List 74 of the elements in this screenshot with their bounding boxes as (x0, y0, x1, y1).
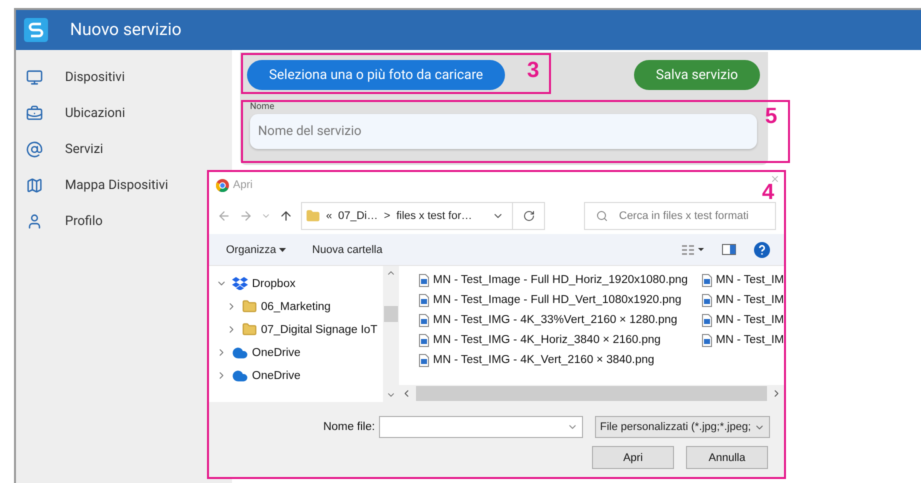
file-type-select[interactable]: File personalizzati (*.jpg;*.jpeg; (594, 416, 770, 438)
nav-icon (26, 176, 43, 194)
folder-tree-item[interactable]: OneDrive (211, 364, 381, 387)
folder-tree-item[interactable]: OneDrive (211, 341, 381, 364)
breadcrumb-overflow: « (326, 210, 332, 222)
refresh-icon (522, 210, 534, 222)
preview-pane-icon[interactable] (722, 244, 736, 255)
breadcrumb-separator: > (384, 210, 390, 222)
sidebar-item[interactable]: Dispositivi (16, 59, 232, 95)
image-file-icon (702, 314, 712, 326)
image-file-icon (419, 294, 429, 306)
sidebar-item[interactable]: Ubicazioni (16, 95, 232, 131)
file-item[interactable]: MN - Test_Image - Full HD_Horiz_1920x1080.png (419, 270, 688, 290)
field-label: Nome (250, 102, 276, 112)
file-item[interactable]: MN - Test_IM (702, 330, 784, 350)
scrollbar[interactable] (399, 385, 784, 402)
cloud-icon (232, 368, 248, 384)
forward-arrow-icon[interactable] (239, 209, 253, 223)
scrollbar[interactable] (383, 266, 399, 402)
search-field[interactable]: Cerca in files x test formati (584, 202, 776, 230)
image-file-icon (419, 274, 429, 286)
image-file-icon (419, 314, 429, 326)
image-file-icon (702, 274, 712, 286)
nav-icon (26, 68, 43, 86)
sidebar-item[interactable]: Mappa Dispositivi (16, 167, 232, 203)
organize-menu-button[interactable]: Organizza (226, 244, 286, 256)
image-file-icon (702, 334, 712, 346)
upload-photos-button[interactable]: Seleziona una o più foto da caricare (247, 60, 506, 90)
dropbox-icon (232, 277, 248, 290)
file-name-field[interactable] (378, 416, 583, 438)
cloud-icon (232, 344, 248, 360)
image-file-icon (419, 354, 429, 366)
file-item[interactable]: MN - Test_IM (702, 270, 784, 290)
dialog-title: Apri (233, 179, 253, 191)
open-button[interactable]: Apri (592, 446, 674, 469)
scroll-thumb[interactable] (416, 386, 767, 401)
folder-tree-item[interactable]: 07_Digital Signage IoT (211, 318, 381, 341)
breadcrumb-item: files x test for… (396, 210, 472, 222)
sidebar-item[interactable]: Servizi (16, 131, 232, 167)
caret-icon (279, 248, 286, 252)
save-button[interactable]: Salva servizio (634, 60, 760, 90)
annotation-number: 4 (762, 181, 774, 203)
breadcrumb-item: 07_Di… (338, 210, 378, 222)
nav-icon (26, 140, 43, 158)
folder-icon (306, 209, 320, 223)
file-item[interactable]: MN - Test_IM (702, 290, 784, 310)
search-icon (596, 210, 608, 222)
up-arrow-icon[interactable] (279, 209, 293, 223)
folder-tree-item[interactable]: Dropbox (211, 272, 381, 295)
image-file-icon (702, 294, 712, 306)
folder-tree-item[interactable]: 06_Marketing (211, 295, 381, 318)
new-folder-button[interactable]: Nuova cartella (312, 244, 382, 256)
close-icon[interactable] (770, 174, 780, 184)
browser-logo-icon (216, 178, 229, 192)
image-file-icon (419, 334, 429, 346)
scroll-thumb[interactable] (384, 306, 398, 322)
file-item[interactable]: MN - Test_IMG - 4K_33%Vert_2160 × 1280.png (419, 310, 688, 330)
file-item[interactable]: MN - Test_Image - Full HD_Vert_1080x1920.png (419, 290, 688, 310)
address-bar[interactable]: « 07_Di… > files x test for… (301, 202, 545, 230)
annotation-number: 5 (765, 105, 778, 127)
file-item[interactable]: MN - Test_IMG - 4K_Horiz_3840 × 2160.png (419, 330, 688, 350)
annotation-number: 3 (527, 59, 540, 81)
file-item[interactable]: MN - Test_IM (702, 310, 784, 330)
file-item[interactable]: MN - Test_IMG - 4K_Vert_2160 × 3840.png (419, 350, 688, 370)
sidebar-item[interactable]: Profilo (16, 203, 232, 239)
page-title: Nuovo servizio (70, 20, 182, 40)
help-icon[interactable] (754, 242, 770, 258)
view-options-icon[interactable] (682, 244, 704, 254)
nav-icon (26, 104, 43, 122)
nav-icon (26, 212, 43, 230)
logo-icon (24, 18, 48, 42)
file-name-label: Nome file: (323, 421, 375, 433)
name-field[interactable]: Nome del servizio (250, 114, 757, 149)
cancel-button[interactable]: Annulla (686, 446, 768, 469)
